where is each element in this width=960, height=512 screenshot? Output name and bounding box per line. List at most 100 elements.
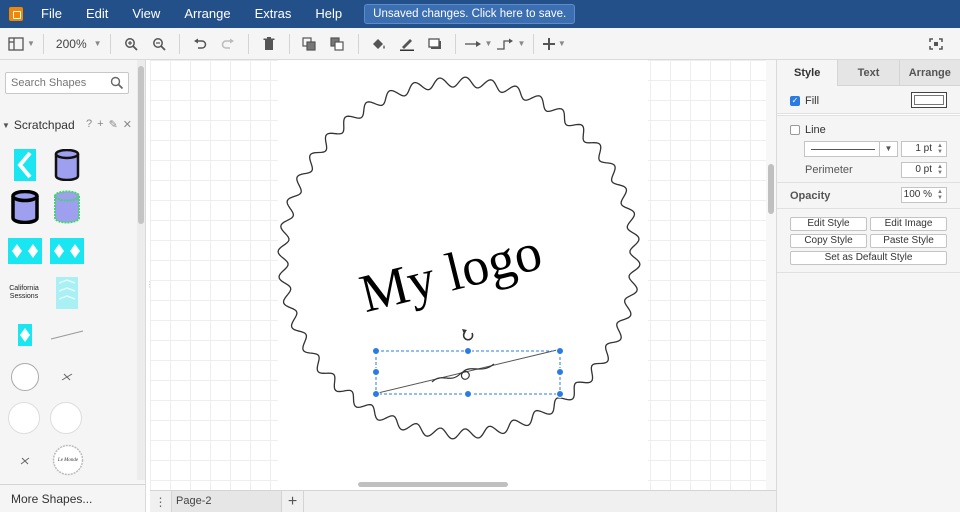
to-front-button[interactable] [298, 32, 322, 56]
edit-icon[interactable]: ✎ [109, 118, 118, 131]
add-page-button[interactable]: + [282, 490, 304, 512]
fill-row[interactable]: ✓ Fill [790, 95, 819, 107]
menu-help[interactable]: Help [303, 0, 354, 28]
canvas-horizontal-scrollbar[interactable] [150, 480, 766, 490]
resize-handle-sw[interactable] [372, 390, 380, 398]
fill-checkbox[interactable]: ✓ [790, 96, 800, 106]
search-box[interactable] [5, 72, 129, 94]
shape-white-circle-2[interactable] [48, 400, 84, 436]
edit-image-button[interactable]: Edit Image [870, 217, 947, 231]
shape-white-circle[interactable] [6, 400, 42, 436]
stepper-icon[interactable]: ▲ ▼ [935, 189, 945, 201]
page-tab[interactable]: Page-2 [172, 490, 282, 512]
menu-view[interactable]: View [120, 0, 172, 28]
paste-style-button[interactable]: Paste Style [870, 234, 947, 248]
shape-tiny-ornament[interactable] [8, 444, 42, 478]
menu-extras[interactable]: Extras [243, 0, 304, 28]
logo-drawing[interactable]: My logo [150, 60, 776, 490]
line-checkbox[interactable] [790, 125, 800, 135]
circle-shape-icon [11, 363, 39, 391]
sidebar-scrollbar[interactable] [137, 60, 145, 480]
resize-handle-s[interactable] [464, 390, 472, 398]
shape-light-cyan-panel[interactable] [50, 276, 84, 310]
sessions-label: Sessions [9, 293, 39, 300]
shape-cyan-chevron[interactable] [8, 148, 42, 182]
chevron-down-icon: ▼ [517, 39, 526, 48]
zoom-select[interactable]: 200% ▼ [52, 32, 102, 56]
insert-button[interactable]: ▼ [542, 32, 566, 56]
shape-thin-line[interactable] [50, 318, 84, 352]
shadow-button[interactable] [423, 32, 447, 56]
fill-label: Fill [805, 95, 820, 107]
chevron-down-icon: ▼ [27, 39, 35, 48]
shape-cylinder-selected[interactable] [50, 190, 84, 224]
menu-arrange[interactable]: Arrange [172, 0, 242, 28]
format-panel-toggle-button[interactable]: ▼ [8, 32, 35, 56]
le-monde-label: Le Monde [57, 457, 79, 463]
undo-button[interactable] [188, 32, 212, 56]
menu-edit[interactable]: Edit [74, 0, 120, 28]
edit-style-button[interactable]: Edit Style [790, 217, 867, 231]
resize-handle-nw[interactable] [372, 347, 380, 355]
zoom-level: 200% [55, 36, 87, 51]
perimeter-input[interactable]: 0 pt ▲ ▼ [901, 162, 947, 178]
fill-color-button[interactable] [367, 32, 391, 56]
canvas-vertical-scrollbar[interactable] [766, 60, 776, 490]
add-icon[interactable]: + [97, 118, 103, 131]
search-icon[interactable] [110, 76, 124, 90]
help-icon[interactable]: ? [86, 118, 92, 131]
chevron-down-icon: ▼ [879, 142, 897, 156]
copy-style-button[interactable]: Copy Style [790, 234, 867, 248]
stepper-icon[interactable]: ▲ ▼ [935, 164, 945, 176]
panel-shape-icon [56, 277, 78, 309]
diagram-canvas[interactable]: My logo [150, 60, 776, 490]
fill-color-swatch[interactable] [911, 92, 947, 108]
connection-style-button[interactable]: ▼ [464, 32, 492, 56]
delete-button[interactable] [257, 32, 281, 56]
canvas-horizontal-scrollbar-thumb[interactable] [358, 482, 508, 487]
resize-handle-n[interactable] [464, 347, 472, 355]
canvas-vertical-scrollbar-thumb[interactable] [768, 164, 774, 214]
menubar: File Edit View Arrange Extras Help Unsav… [0, 0, 960, 28]
resize-handle-ne[interactable] [556, 347, 564, 355]
shape-small-ornament[interactable] [50, 360, 84, 394]
set-default-style-button[interactable]: Set as Default Style [790, 251, 947, 265]
menu-file[interactable]: File [29, 0, 74, 28]
shape-cyan-diamonds-2[interactable] [50, 234, 84, 268]
toolbar-divider [454, 33, 456, 54]
close-icon[interactable]: ✕ [123, 118, 132, 131]
resize-handle-e[interactable] [556, 368, 564, 376]
search-shapes-input[interactable] [6, 73, 106, 93]
tab-text[interactable]: Text [837, 60, 899, 86]
toolbar-divider [533, 33, 535, 54]
pages-menu-button[interactable]: ⋮ [150, 490, 172, 512]
shape-cylinder[interactable] [50, 148, 84, 182]
line-row[interactable]: Line [790, 124, 826, 136]
shape-circle-outline[interactable] [8, 360, 42, 394]
unsaved-changes-banner[interactable]: Unsaved changes. Click here to save. [364, 4, 576, 24]
shape-cyan-diamonds-1[interactable] [8, 234, 42, 268]
stepper-icon[interactable]: ▲ ▼ [935, 143, 945, 155]
resize-handle-se[interactable] [556, 390, 564, 398]
to-back-button[interactable] [326, 32, 350, 56]
zoom-in-button[interactable] [119, 32, 143, 56]
shape-california-sessions[interactable]: California Sessions [6, 276, 42, 310]
line-pattern-select[interactable]: ▼ [804, 141, 898, 157]
more-shapes-button[interactable]: More Shapes... [0, 484, 145, 512]
fullscreen-button[interactable] [924, 32, 948, 56]
waypoints-button[interactable]: ▼ [496, 32, 525, 56]
line-width-input[interactable]: 1 pt ▲ ▼ [901, 141, 947, 157]
tab-arrange[interactable]: Arrange [898, 60, 960, 86]
shape-small-cyan-diamond[interactable] [8, 318, 42, 352]
sidebar-scrollbar-thumb[interactable] [138, 66, 144, 224]
ornament-icon [20, 457, 30, 465]
tab-style[interactable]: Style [777, 60, 838, 86]
zoom-out-button[interactable] [147, 32, 171, 56]
line-color-button[interactable] [395, 32, 419, 56]
resize-handle-w[interactable] [372, 368, 380, 376]
shape-cylinder-bold[interactable] [8, 190, 42, 224]
redo-button[interactable] [216, 32, 240, 56]
shape-le-monde-badge[interactable]: Le Monde [50, 442, 86, 478]
opacity-input[interactable]: 100 % ▲ ▼ [901, 187, 947, 203]
scratchpad-header[interactable]: ▼ Scratchpad ? + ✎ ✕ [0, 114, 138, 136]
